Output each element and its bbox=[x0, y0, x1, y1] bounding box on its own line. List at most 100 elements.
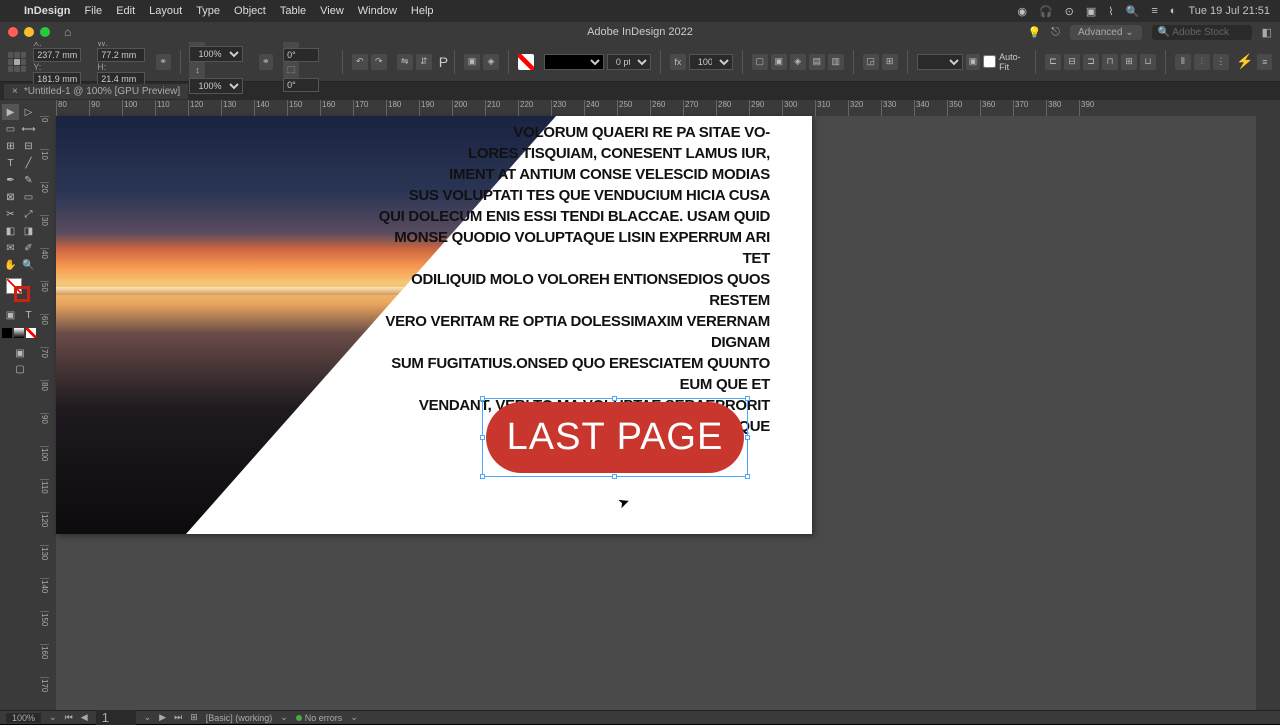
chevron-down-icon[interactable]: ⌄ bbox=[49, 712, 57, 723]
status-icon[interactable]: ◉ bbox=[1017, 5, 1027, 18]
chevron-down-icon[interactable]: ⌄ bbox=[144, 712, 152, 723]
fitting-icon[interactable]: ⊞ bbox=[882, 54, 898, 70]
gradient-swatch-tool[interactable]: ◧ bbox=[2, 223, 19, 239]
eyedropper-tool[interactable]: ✐ bbox=[20, 240, 37, 256]
frame-fitting-dropdown[interactable] bbox=[917, 54, 963, 70]
shear-input[interactable] bbox=[283, 78, 319, 92]
scale-y-input[interactable]: 100% bbox=[189, 78, 243, 94]
constrain-scale-icon[interactable]: ⚭ bbox=[259, 54, 274, 70]
fill-stroke-swatches[interactable] bbox=[2, 278, 38, 306]
type-tool[interactable]: T bbox=[2, 155, 19, 171]
chevron-down-icon[interactable]: ⌄ bbox=[350, 712, 358, 723]
adobe-stock-search[interactable]: 🔍 Adobe Stock bbox=[1152, 25, 1252, 40]
distribute-h-icon[interactable]: ⫴ bbox=[1175, 54, 1191, 70]
view-mode-normal[interactable]: ▣ bbox=[2, 345, 38, 361]
note-tool[interactable]: ✉ bbox=[2, 240, 19, 256]
next-page-icon[interactable]: ▶ bbox=[159, 712, 166, 723]
gap-tool[interactable]: ⟷ bbox=[20, 121, 37, 137]
wrap-none-icon[interactable]: ▢ bbox=[752, 54, 768, 70]
prev-page-icon[interactable]: ◀ bbox=[81, 712, 88, 723]
status-icon[interactable]: ▣ bbox=[1086, 5, 1096, 18]
character-panel-icon[interactable]: P bbox=[439, 54, 448, 70]
gradient-feather-tool[interactable]: ◨ bbox=[20, 223, 37, 239]
menu-window[interactable]: Window bbox=[358, 5, 397, 17]
menu-view[interactable]: View bbox=[320, 5, 344, 17]
apply-none-icon[interactable] bbox=[26, 328, 36, 338]
rotate-cw-icon[interactable]: ↷ bbox=[371, 54, 387, 70]
rotation-input[interactable] bbox=[283, 48, 319, 62]
menu-type[interactable]: Type bbox=[196, 5, 220, 17]
window-zoom-button[interactable] bbox=[40, 27, 50, 37]
align-center-v-icon[interactable]: ⊞ bbox=[1121, 54, 1137, 70]
right-panel-strip[interactable] bbox=[1256, 100, 1280, 710]
effects-icon[interactable]: fx bbox=[670, 54, 686, 70]
menu-object[interactable]: Object bbox=[234, 5, 266, 17]
share-icon[interactable]: ⎋ bbox=[1051, 26, 1060, 39]
scale-x-input[interactable]: 100% bbox=[189, 46, 243, 62]
horizontal-ruler[interactable]: 8090100110120130140150160170180190200210… bbox=[56, 100, 1256, 116]
ruler-origin[interactable] bbox=[40, 100, 56, 116]
formatting-text-icon[interactable]: T bbox=[20, 307, 37, 323]
fill-frame-icon[interactable]: ▣ bbox=[966, 54, 980, 70]
width-input[interactable] bbox=[97, 48, 145, 62]
window-close-button[interactable] bbox=[8, 27, 18, 37]
select-content-icon[interactable]: ◈ bbox=[483, 54, 499, 70]
open-dialog-icon[interactable]: ⊞ bbox=[190, 712, 198, 723]
fill-swatch-icon[interactable] bbox=[518, 54, 534, 70]
menu-edit[interactable]: Edit bbox=[116, 5, 135, 17]
content-placer-tool[interactable]: ⊟ bbox=[20, 138, 37, 154]
reference-point[interactable] bbox=[8, 52, 26, 72]
clock[interactable]: Tue 19 Jul 21:51 bbox=[1188, 5, 1270, 17]
workspace-switcher[interactable]: Advanced ⌄ bbox=[1070, 25, 1142, 40]
selection-tool[interactable]: ▶ bbox=[2, 104, 19, 120]
select-container-icon[interactable]: ▣ bbox=[464, 54, 480, 70]
button-object[interactable]: LAST PAGE bbox=[486, 402, 744, 473]
pencil-tool[interactable]: ✎ bbox=[20, 172, 37, 188]
rotate-ccw-icon[interactable]: ↶ bbox=[352, 54, 368, 70]
distribute-v-icon[interactable]: ⫶ bbox=[1194, 54, 1210, 70]
corner-options-icon[interactable]: ◲ bbox=[863, 54, 879, 70]
apply-gradient-icon[interactable] bbox=[14, 328, 24, 338]
constrain-proportions-icon[interactable]: ⚭ bbox=[156, 54, 171, 70]
menu-table[interactable]: Table bbox=[280, 5, 306, 17]
document-page[interactable]: VOLORUM QUAERI RE PA SITAE VO- LORES TIS… bbox=[56, 116, 812, 534]
wrap-jump-icon[interactable]: ▤ bbox=[809, 54, 825, 70]
content-collector-tool[interactable]: ⊞ bbox=[2, 138, 19, 154]
zoom-tool[interactable]: 🔍 bbox=[20, 257, 37, 273]
stroke-weight-input[interactable]: 0 pt bbox=[607, 54, 651, 70]
preflight-status[interactable]: No errors bbox=[296, 713, 343, 723]
align-right-icon[interactable]: ⊐ bbox=[1083, 54, 1099, 70]
wrap-bounding-icon[interactable]: ▣ bbox=[771, 54, 787, 70]
align-center-h-icon[interactable]: ⊟ bbox=[1064, 54, 1080, 70]
body-text-frame[interactable]: VOLORUM QUAERI RE PA SITAE VO- LORES TIS… bbox=[370, 122, 770, 437]
flip-v-icon[interactable]: ⇵ bbox=[416, 54, 432, 70]
panel-toggle-icon[interactable]: ◧ bbox=[1262, 26, 1272, 39]
vertical-ruler[interactable]: 0102030405060708090100110120130140150160… bbox=[40, 116, 56, 710]
control-menu-icon[interactable]: ≡ bbox=[1257, 54, 1272, 70]
status-icon[interactable]: 🎧 bbox=[1039, 5, 1053, 18]
apply-color-icon[interactable] bbox=[2, 328, 12, 338]
app-name[interactable]: InDesign bbox=[24, 5, 70, 17]
pasteboard[interactable]: VOLORUM QUAERI RE PA SITAE VO- LORES TIS… bbox=[56, 116, 1256, 710]
direct-selection-tool[interactable]: ▷ bbox=[20, 104, 37, 120]
page-number-input[interactable] bbox=[96, 710, 136, 725]
spotlight-icon[interactable]: 🔍 bbox=[1126, 5, 1140, 18]
stroke-swatch[interactable] bbox=[14, 286, 30, 302]
formatting-container-icon[interactable]: ▣ bbox=[2, 307, 19, 323]
zoom-level[interactable]: 100% bbox=[6, 713, 41, 723]
menu-layout[interactable]: Layout bbox=[149, 5, 182, 17]
align-left-icon[interactable]: ⊏ bbox=[1045, 54, 1061, 70]
rectangle-frame-tool[interactable]: ⊠ bbox=[2, 189, 19, 205]
flip-h-icon[interactable]: ⇋ bbox=[397, 54, 413, 70]
stroke-style-dropdown[interactable] bbox=[544, 54, 604, 70]
wifi-icon[interactable]: ⌇ bbox=[1108, 5, 1113, 18]
control-center-icon[interactable]: ≡ bbox=[1151, 5, 1157, 17]
align-bottom-icon[interactable]: ⊔ bbox=[1140, 54, 1156, 70]
line-tool[interactable]: ╱ bbox=[20, 155, 37, 171]
hand-tool[interactable]: ✋ bbox=[2, 257, 19, 273]
last-page-icon[interactable]: ⏭ bbox=[174, 712, 182, 723]
close-tab-icon[interactable]: × bbox=[12, 86, 18, 97]
align-top-icon[interactable]: ⊓ bbox=[1102, 54, 1118, 70]
window-minimize-button[interactable] bbox=[24, 27, 34, 37]
free-transform-tool[interactable]: ⤢ bbox=[20, 206, 37, 222]
